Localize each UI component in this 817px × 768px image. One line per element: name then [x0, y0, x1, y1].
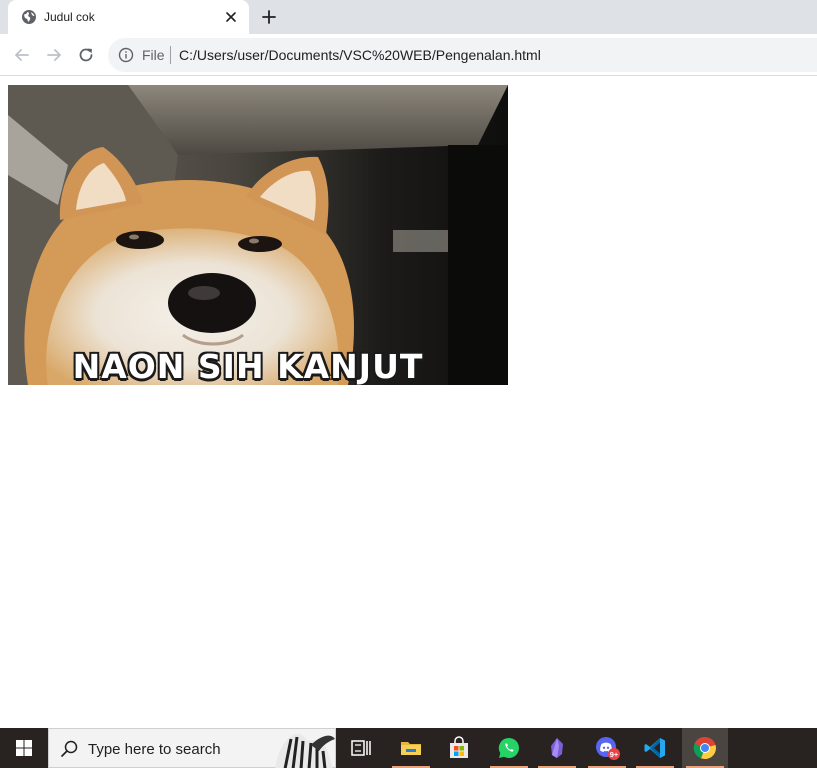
taskbar-microsoft-store[interactable]	[436, 728, 482, 768]
taskbar-whatsapp[interactable]	[486, 728, 532, 768]
info-icon[interactable]	[118, 47, 134, 63]
address-divider	[170, 46, 171, 64]
tab-title: Judul cok	[44, 10, 95, 24]
address-url[interactable]: C:/Users/user/Documents/VSC%20WEB/Pengen…	[179, 47, 541, 63]
taskbar-obsidian[interactable]	[534, 728, 580, 768]
address-scheme-label: File	[142, 47, 165, 63]
discord-icon: 9+	[596, 737, 620, 760]
browser-toolbar: File C:/Users/user/Documents/VSC%20WEB/P…	[0, 34, 817, 76]
start-button[interactable]	[0, 728, 48, 768]
close-tab-icon[interactable]	[223, 9, 239, 25]
taskbar-discord[interactable]: 9+	[584, 728, 630, 768]
shiba-dog-illustration	[8, 85, 508, 385]
meme-image: NAON SIH KANJUT	[8, 85, 508, 385]
zebra-search-highlight-icon	[275, 733, 335, 768]
taskbar-vscode[interactable]	[632, 728, 678, 768]
globe-icon	[22, 10, 36, 24]
taskbar-task-view[interactable]	[338, 728, 384, 768]
forward-arrow-icon[interactable]	[44, 45, 64, 65]
chrome-icon	[693, 736, 716, 760]
discord-notification-badge: 9+	[610, 750, 619, 759]
whatsapp-icon	[498, 737, 519, 758]
page-content: NAON SIH KANJUT	[0, 77, 817, 728]
taskbar-file-explorer[interactable]	[388, 728, 434, 768]
file-explorer-icon	[401, 742, 421, 755]
meme-caption: NAON SIH KANJUT	[72, 347, 424, 385]
vscode-icon	[644, 738, 665, 758]
search-icon	[61, 740, 78, 757]
browser-tab[interactable]: Judul cok	[8, 0, 249, 34]
windows-logo-icon	[16, 740, 32, 756]
tab-strip: Judul cok	[0, 0, 817, 34]
back-arrow-icon[interactable]	[12, 45, 32, 65]
task-view-icon	[351, 740, 371, 756]
windows-taskbar: Type here to search 9+	[0, 728, 817, 768]
address-bar[interactable]: File C:/Users/user/Documents/VSC%20WEB/P…	[108, 38, 817, 72]
reload-icon[interactable]	[76, 45, 96, 65]
search-placeholder: Type here to search	[88, 741, 221, 758]
obsidian-icon	[551, 738, 563, 758]
taskbar-chrome[interactable]	[682, 728, 728, 768]
taskbar-search-box[interactable]: Type here to search	[48, 728, 336, 768]
microsoft-store-icon	[450, 736, 468, 758]
new-tab-icon[interactable]	[260, 8, 278, 26]
